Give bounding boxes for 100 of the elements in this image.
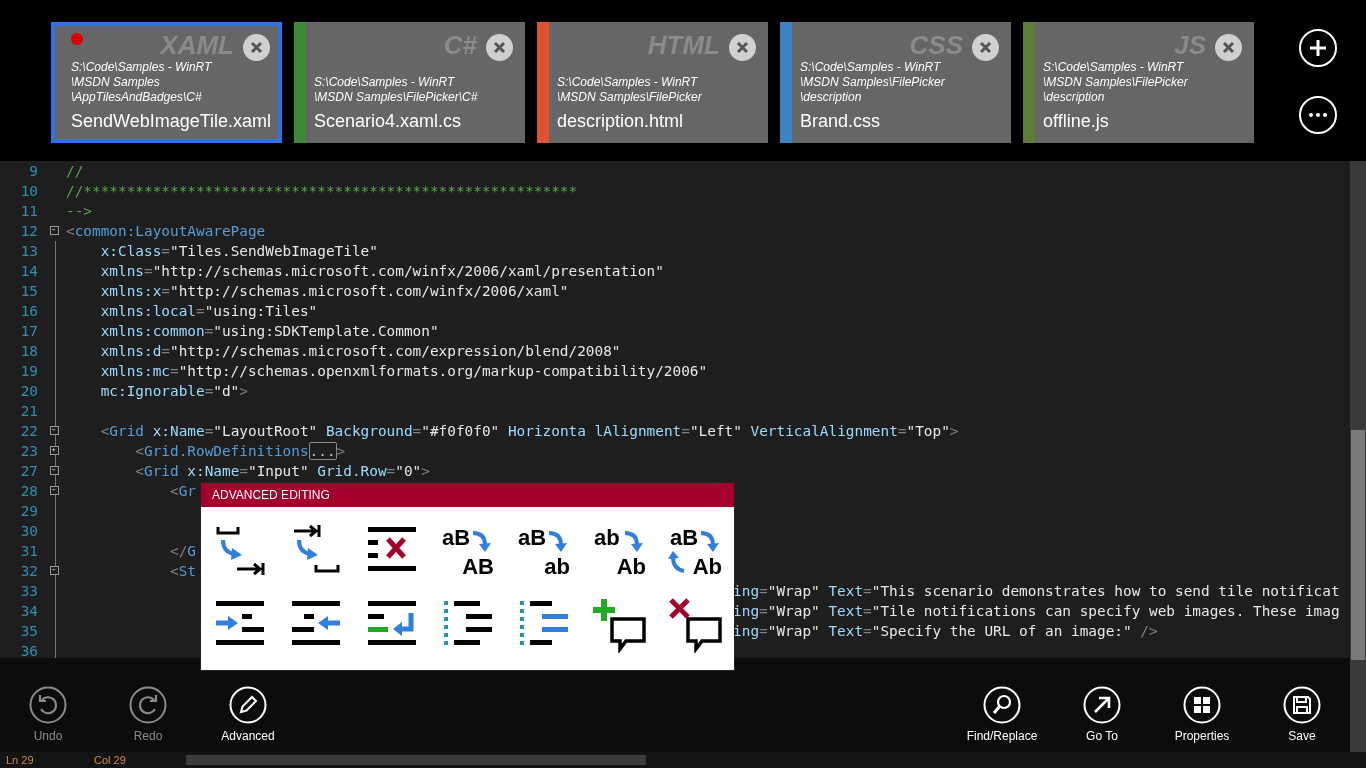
collapse-icon[interactable] bbox=[50, 486, 59, 495]
line-number: 35 bbox=[19, 623, 38, 639]
line-number: 30 bbox=[19, 523, 38, 539]
line-number: 32 bbox=[19, 563, 38, 579]
code-line: xmlns:x="http://schemas.microsoft.com/winfx/2006/xaml" bbox=[99, 283, 569, 299]
line-number: 20 bbox=[19, 383, 38, 399]
code-line: // bbox=[66, 163, 84, 179]
code-line: > bbox=[336, 443, 346, 459]
more-icon bbox=[1308, 112, 1328, 118]
close-icon bbox=[250, 41, 263, 54]
code-line: //********************************************************* bbox=[66, 183, 578, 199]
line-number: 14 bbox=[19, 263, 38, 279]
line-indicator: Ln 29 bbox=[5, 754, 35, 766]
line-number: 29 bbox=[19, 503, 38, 519]
collapse-icon[interactable] bbox=[50, 566, 59, 575]
code-line: ing="Wrap" Text="Specify the URL of an image:" /> bbox=[733, 623, 1158, 639]
code-line: xmlns:d="http://schemas.microsoft.com/expression/blend/2008" bbox=[99, 343, 621, 359]
line-number: 9 bbox=[28, 163, 38, 179]
line-number: 36 bbox=[19, 643, 38, 659]
close-button[interactable] bbox=[972, 34, 999, 61]
line-number: 15 bbox=[19, 283, 38, 299]
plus-icon bbox=[1308, 38, 1328, 58]
line-number: 19 bbox=[19, 363, 38, 379]
line-number: 17 bbox=[19, 323, 38, 339]
file-path: \AppTilesAndBadges\C# bbox=[71, 90, 202, 105]
file-path: \MSDN Samples bbox=[71, 75, 160, 90]
line-number: 28 bbox=[19, 483, 38, 499]
add-comment-icon[interactable] bbox=[592, 597, 648, 653]
properties-button[interactable]: Properties bbox=[1154, 686, 1250, 752]
file-path: S:\Code\Samples - WinRT bbox=[557, 75, 698, 90]
file-path: S:\Code\Samples - WinRT bbox=[314, 75, 455, 90]
code-line: mc:Ignorable="d"> bbox=[99, 383, 248, 399]
file-path: \description bbox=[800, 90, 862, 105]
save-button[interactable]: Save bbox=[1254, 686, 1350, 752]
panel-title: ADVANCED EDITING bbox=[201, 483, 734, 507]
line-number: 21 bbox=[19, 403, 38, 419]
code-line: xmlns:mc="http://schemas.openxmlformats.org/markup-compatibility/2006" bbox=[99, 363, 708, 379]
code-line: xmlns="http://schemas.microsoft.com/winfx/2006/xaml/presentation" bbox=[99, 263, 664, 279]
file-name: Brand.css bbox=[800, 110, 881, 133]
code-line: ing="Wrap" Text="This scenario demonstrates how to send tile notificat bbox=[733, 583, 1340, 599]
code-line: <Grid x:Name="LayoutRoot" Background="#f0f0f0" Horizonta lAlignment="Left" VerticalAlignment="Top"> bbox=[99, 423, 959, 439]
line-number: 34 bbox=[19, 603, 38, 619]
scrollbar-thumb[interactable] bbox=[1351, 430, 1365, 660]
grid-icon bbox=[1183, 686, 1221, 724]
line-number: 12 bbox=[19, 223, 38, 239]
close-button[interactable] bbox=[486, 34, 513, 61]
remove-comment-icon[interactable] bbox=[668, 597, 724, 653]
line-number: 13 bbox=[19, 243, 38, 259]
find-replace-button[interactable]: Find/Replace bbox=[954, 686, 1050, 752]
close-icon bbox=[1222, 41, 1235, 54]
line-number: 11 bbox=[19, 203, 38, 219]
file-name: offline.js bbox=[1043, 110, 1109, 133]
line-number: 18 bbox=[19, 343, 38, 359]
close-icon bbox=[979, 41, 992, 54]
file-path: \MSDN Samples\FilePicker bbox=[557, 90, 702, 105]
line-number: 23 bbox=[19, 443, 38, 459]
line-number: 22 bbox=[19, 423, 38, 439]
close-button[interactable] bbox=[243, 34, 270, 61]
close-button[interactable] bbox=[729, 34, 756, 61]
file-name: Scenario4.xaml.cs bbox=[314, 110, 462, 133]
advanced-button[interactable]: Advanced bbox=[200, 686, 296, 752]
scrollbar[interactable] bbox=[1350, 161, 1366, 752]
code-line: <Gr bbox=[168, 483, 196, 499]
close-button[interactable] bbox=[1215, 34, 1242, 61]
collapse-icon[interactable] bbox=[50, 226, 59, 235]
line-number: 27 bbox=[19, 463, 38, 479]
file-path: \MSDN Samples\FilePicker bbox=[1043, 75, 1188, 90]
collapse-icon[interactable] bbox=[50, 466, 59, 475]
undo-icon bbox=[29, 686, 67, 724]
code-line: <Grid.RowDefinitions bbox=[134, 443, 309, 459]
search-icon bbox=[983, 686, 1021, 724]
file-path: \MSDN Samples\FilePicker\C# bbox=[314, 90, 478, 105]
redo-icon bbox=[129, 686, 167, 724]
code-line: <St bbox=[168, 563, 196, 579]
collapse-icon[interactable] bbox=[50, 426, 59, 435]
code-line: <Grid x:Name="Input" Grid.Row="0"> bbox=[134, 463, 430, 479]
more-button[interactable] bbox=[1299, 96, 1337, 134]
file-path: S:\Code\Samples - WinRT bbox=[800, 60, 941, 75]
go-to-button[interactable]: Go To bbox=[1054, 686, 1150, 752]
file-path: S:\Code\Samples - WinRT bbox=[1043, 60, 1184, 75]
collapsed-block[interactable]: ... bbox=[308, 442, 337, 460]
line-number: 31 bbox=[19, 543, 38, 559]
horizontal-scrollbar[interactable] bbox=[186, 755, 646, 765]
line-number: 16 bbox=[19, 303, 38, 319]
code-line: <common:LayoutAwarePage bbox=[66, 223, 266, 239]
file-path: S:\Code\Samples - WinRT bbox=[71, 60, 212, 75]
file-path: \description bbox=[1043, 90, 1105, 105]
save-icon bbox=[1283, 686, 1321, 724]
pencil-icon bbox=[229, 686, 267, 724]
code-line: ing="Wrap" Text="Tile notifications can specify web images. These imag bbox=[733, 603, 1340, 619]
file-name: description.html bbox=[557, 110, 684, 133]
close-icon bbox=[736, 41, 749, 54]
file-name: SendWebImageTile.xaml bbox=[71, 110, 272, 133]
code-line: xmlns:local="using:Tiles" bbox=[99, 303, 318, 319]
code-line: xmlns:common="using:SDKTemplate.Common" bbox=[99, 323, 439, 339]
code-line: --> bbox=[66, 203, 92, 219]
expand-icon[interactable] bbox=[50, 446, 59, 455]
add-button[interactable] bbox=[1299, 29, 1337, 67]
file-path: \MSDN Samples\FilePicker bbox=[800, 75, 945, 90]
close-icon bbox=[493, 41, 506, 54]
